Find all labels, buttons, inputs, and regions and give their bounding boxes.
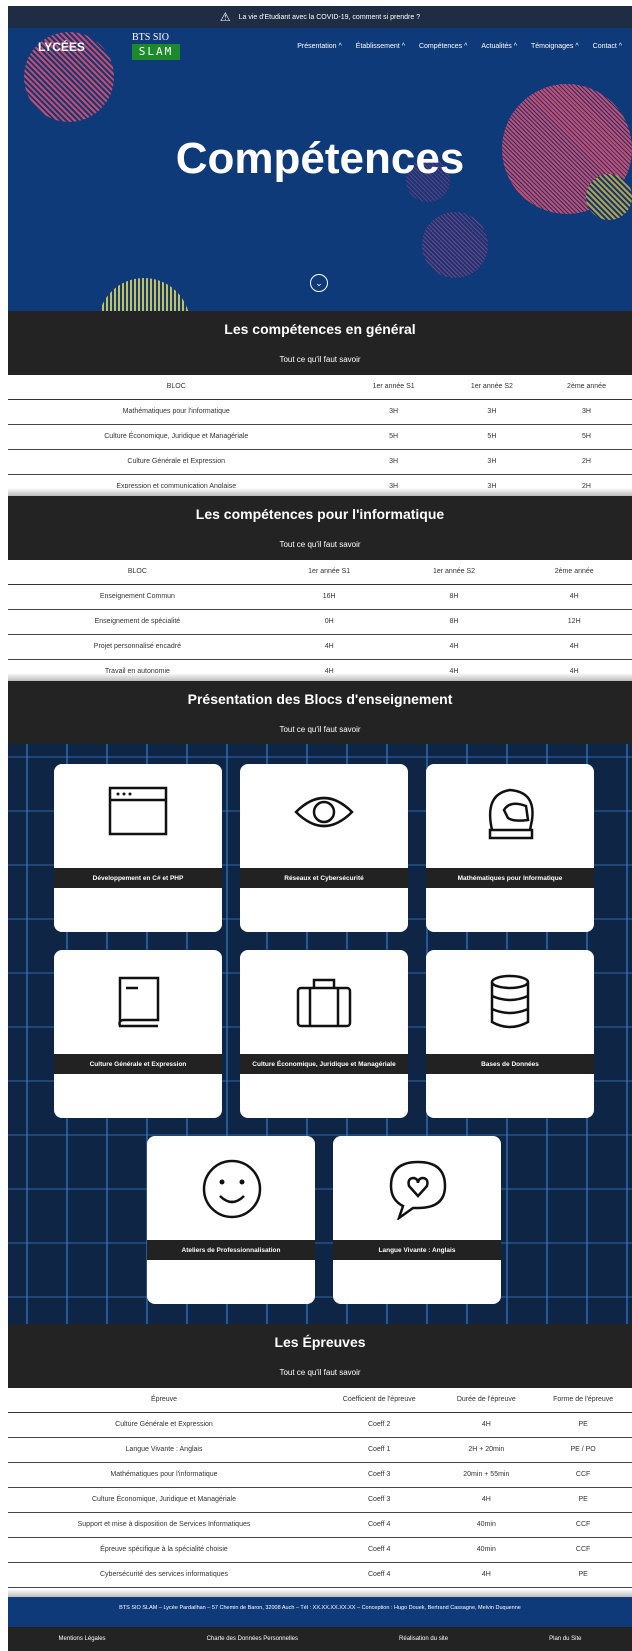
table-header: 1er année S1 bbox=[344, 375, 443, 400]
informatique-skills-table: BLOC 1er année S1 1er année S2 2ème anné… bbox=[8, 560, 632, 685]
section-title: Les compétences pour l'informatique bbox=[195, 506, 445, 522]
bloc-card-reseaux[interactable]: Réseaux et Cybersécurité bbox=[240, 764, 408, 932]
section-divider-shadow bbox=[8, 673, 632, 681]
page-title: Compétences bbox=[175, 134, 465, 183]
card-label: Mathématiques pour Informatique bbox=[426, 868, 594, 888]
bloc-card-mathematiques[interactable]: Mathématiques pour Informatique bbox=[426, 764, 594, 932]
table-header: 1er année S2 bbox=[391, 560, 517, 585]
section-blocs-header: Présentation des Blocs d'enseignement To… bbox=[8, 681, 632, 745]
database-icon bbox=[490, 974, 530, 1029]
nav-item-temoignages[interactable]: Témoignages ^ bbox=[531, 43, 579, 50]
table-row: Projet personnalisé encadré 4H 4H 4H bbox=[8, 634, 632, 660]
slam-logo[interactable]: SLAM bbox=[132, 44, 180, 60]
footer-link-plan-du-site[interactable]: Plan du Site bbox=[549, 1636, 581, 1642]
eye-icon bbox=[294, 796, 354, 828]
table-header: 1er année S2 bbox=[442, 375, 542, 400]
bloc-card-langue-vivante[interactable]: Langue Vivante : Anglais bbox=[333, 1136, 501, 1304]
bloc-card-culture-generale[interactable]: Culture Générale et Expression bbox=[54, 950, 222, 1118]
main-nav: Présentation ^ Établissement ^ Compétenc… bbox=[297, 43, 622, 50]
book-icon bbox=[118, 976, 160, 1028]
card-label: Bases de Données bbox=[426, 1054, 594, 1074]
helmet-icon bbox=[488, 788, 534, 840]
card-label: Culture Générale et Expression bbox=[54, 1054, 222, 1074]
card-label: Langue Vivante : Anglais bbox=[333, 1240, 501, 1260]
table-row: Support et mise à disposition de Service… bbox=[8, 1512, 632, 1538]
table-header: 2ème année bbox=[541, 375, 632, 400]
footer-link-mentions-legales[interactable]: Mentions Légales bbox=[59, 1636, 106, 1642]
epreuves-table: Épreuve Coefficient de l'épreuve Durée d… bbox=[8, 1388, 632, 1588]
bts-logo-text[interactable]: BTS SIO bbox=[132, 32, 169, 43]
table-row: Enseignement de spécialité 0H 8H 12H bbox=[8, 609, 632, 635]
table-header: Forme de l'épreuve bbox=[534, 1388, 632, 1413]
table-row: Langue Vivante : Anglais Coeff 1 2H + 20mi… bbox=[8, 1437, 632, 1463]
footer-links: Mentions Légales Charte des Données Pers… bbox=[8, 1627, 632, 1651]
section-divider-shadow bbox=[8, 488, 632, 496]
table-header: BLOC bbox=[8, 375, 345, 400]
table-header: Durée de l'épreuve bbox=[438, 1388, 535, 1413]
section-title: Les compétences en général bbox=[224, 321, 416, 337]
bloc-card-bases-de-donnees[interactable]: Bases de Données bbox=[426, 950, 594, 1118]
bloc-card-culture-economique[interactable]: Culture Économique, Juridique et Managér… bbox=[240, 950, 408, 1118]
section-informatique-header: Les compétences pour l'informatique Tout… bbox=[8, 496, 632, 560]
table-header: BLOC bbox=[8, 560, 267, 585]
nav-item-actualites[interactable]: Actualités ^ bbox=[481, 43, 517, 50]
table-row: Culture Générale et Expression 3H 3H 2H bbox=[8, 449, 632, 475]
nav-item-presentation[interactable]: Présentation ^ bbox=[297, 43, 342, 50]
table-row: Culture Économique, Juridique et Managér… bbox=[8, 1487, 632, 1513]
section-general-header: Les compétences en général Tout ce qu'il… bbox=[8, 311, 632, 375]
circuit-background: Développement en C# et PHP Réseaux et Cy… bbox=[8, 744, 632, 1324]
section-title: Les Épreuves bbox=[274, 1334, 366, 1350]
chevron-down-icon: ⌄ bbox=[315, 277, 323, 288]
table-header: 2ème année bbox=[516, 560, 632, 585]
smiley-icon bbox=[202, 1159, 262, 1219]
table-row: Mathématiques pour l'informatique Coeff 3… bbox=[8, 1462, 632, 1488]
nav-item-etablissement[interactable]: Établissement ^ bbox=[356, 43, 405, 50]
table-header: Épreuve bbox=[8, 1388, 320, 1413]
warning-icon: ⚠ bbox=[219, 10, 231, 24]
section-subtitle: Tout ce qu'il faut savoir bbox=[279, 725, 361, 734]
footer-link-charte-donnees[interactable]: Charte des Données Personnelles bbox=[207, 1636, 298, 1642]
section-title: Présentation des Blocs d'enseignement bbox=[187, 691, 453, 707]
hero-banner: LYCÉES BTS SIO SLAM Présentation ^ Établ… bbox=[8, 28, 632, 311]
card-label: Développement en C# et PHP bbox=[54, 868, 222, 888]
site-footer: BTS SIO SLAM – Lycée Pardailhan – 57 Che… bbox=[8, 1597, 632, 1651]
footer-info: BTS SIO SLAM – Lycée Pardailhan – 57 Che… bbox=[119, 1605, 521, 1611]
lycees-logo[interactable]: LYCÉES bbox=[38, 40, 85, 54]
bloc-card-developpement[interactable]: Développement en C# et PHP bbox=[54, 764, 222, 932]
table-row: Culture Économique, Juridique et Managér… bbox=[8, 424, 632, 450]
alert-text: La vie d'Etudiant avec la COVID-19, comm… bbox=[238, 13, 421, 21]
table-row: Cybersécurité des services informatiques… bbox=[8, 1562, 632, 1588]
table-header: 1er année S1 bbox=[266, 560, 392, 585]
decorative-circle bbox=[422, 212, 488, 278]
table-header: Coefficient de l'épreuve bbox=[320, 1388, 439, 1413]
footer-link-realisation[interactable]: Réalisation du site bbox=[399, 1636, 448, 1642]
section-subtitle: Tout ce qu'il faut savoir bbox=[279, 540, 361, 549]
chat-heart-icon bbox=[389, 1160, 447, 1220]
decorative-circle bbox=[98, 278, 190, 311]
general-skills-table: BLOC 1er année S1 1er année S2 2ème anné… bbox=[8, 375, 632, 500]
nav-item-contact[interactable]: Contact ^ bbox=[593, 43, 622, 50]
table-row: Épreuve spécifique à la spécialité chois… bbox=[8, 1537, 632, 1563]
section-subtitle: Tout ce qu'il faut savoir bbox=[279, 1368, 361, 1377]
nav-item-competences[interactable]: Compétences ^ bbox=[419, 43, 467, 50]
browser-window-icon bbox=[108, 786, 168, 836]
card-label: Réseaux et Cybersécurité bbox=[240, 868, 408, 888]
table-row: Enseignement Commun 16H 8H 4H bbox=[8, 584, 632, 610]
section-epreuves-header: Les Épreuves Tout ce qu'il faut savoir bbox=[8, 1324, 632, 1388]
card-label: Culture Économique, Juridique et Managér… bbox=[240, 1054, 408, 1074]
briefcase-icon bbox=[296, 978, 352, 1028]
table-row: Culture Générale et Expression Coeff 2 4H P… bbox=[8, 1412, 632, 1438]
card-label: Ateliers de Professionnalisation bbox=[147, 1240, 315, 1260]
section-divider-shadow bbox=[8, 1589, 632, 1597]
table-row: Mathématiques pour l'informatique 3H 3H 3H bbox=[8, 399, 632, 425]
covid-alert-bar[interactable]: ⚠ La vie d'Etudiant avec la COVID-19, co… bbox=[8, 6, 632, 28]
scroll-down-button[interactable]: ⌄ bbox=[310, 274, 328, 292]
bloc-card-ateliers[interactable]: Ateliers de Professionnalisation bbox=[147, 1136, 315, 1304]
section-subtitle: Tout ce qu'il faut savoir bbox=[279, 355, 361, 364]
